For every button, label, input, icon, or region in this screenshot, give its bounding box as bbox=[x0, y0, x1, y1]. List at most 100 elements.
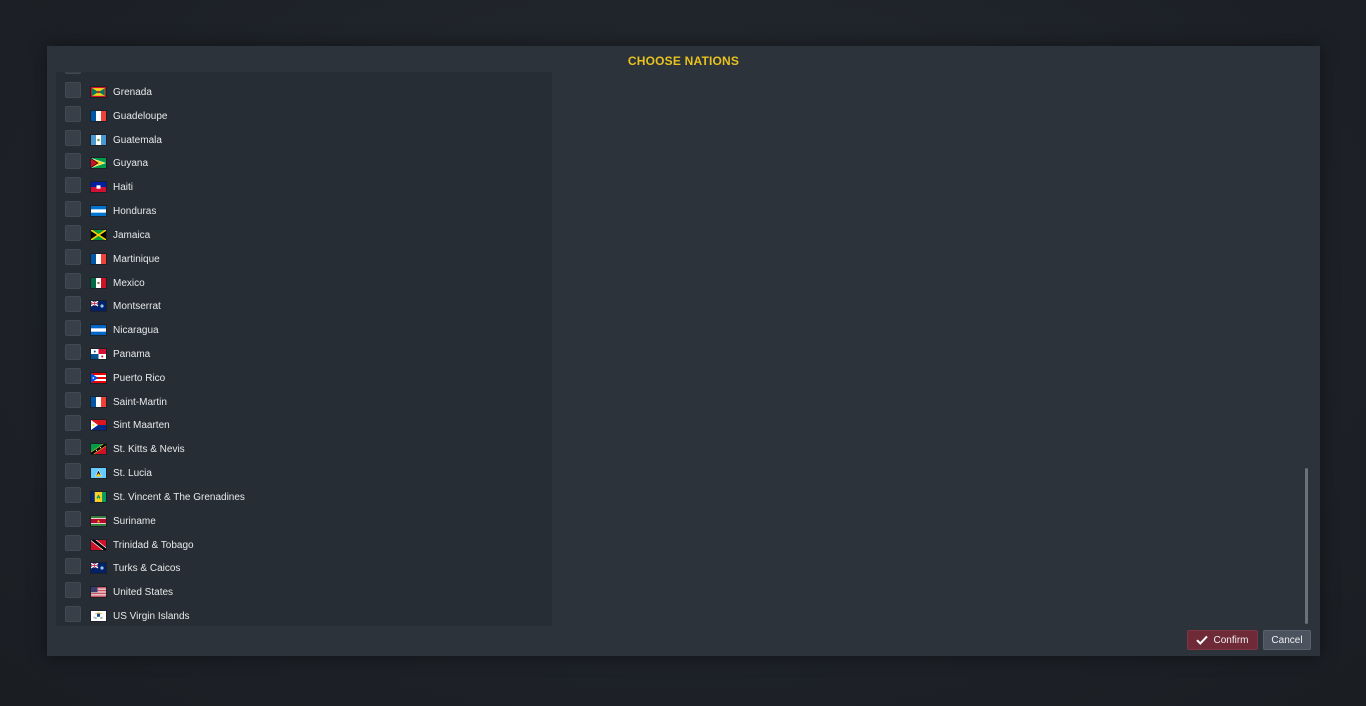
cancel-button[interactable]: Cancel bbox=[1263, 630, 1311, 650]
nation-checkbox[interactable] bbox=[65, 391, 81, 408]
nation-checkbox[interactable] bbox=[65, 272, 81, 289]
nation-label: Puerto Rico bbox=[113, 372, 166, 384]
nation-row[interactable]: Guadeloupe bbox=[56, 105, 552, 130]
nation-checkbox[interactable] bbox=[65, 606, 81, 623]
nation-row[interactable]: Sint Maarten bbox=[56, 415, 552, 439]
nation-checkbox[interactable] bbox=[65, 201, 81, 218]
nation-label: Guadeloupe bbox=[113, 110, 168, 122]
nation-checkbox[interactable] bbox=[65, 439, 81, 456]
nation-row[interactable]: Martinique bbox=[56, 248, 552, 273]
flag-icon bbox=[91, 253, 106, 264]
svg-text:V: V bbox=[93, 616, 95, 620]
nation-label: Martinique bbox=[113, 253, 160, 265]
flag-icon: VI bbox=[91, 611, 106, 622]
nation-label: Guyana bbox=[113, 158, 149, 170]
nation-row[interactable]: Haiti bbox=[56, 177, 552, 201]
nation-row[interactable]: Guatemala bbox=[56, 129, 552, 154]
flag-icon bbox=[91, 468, 106, 479]
nation-label: Montserrat bbox=[113, 301, 161, 313]
nation-label: Nicaragua bbox=[113, 325, 159, 337]
check-icon bbox=[1196, 635, 1209, 645]
nation-row[interactable]: Trinidad & Tobago bbox=[56, 534, 552, 559]
nation-row[interactable]: United States bbox=[56, 582, 552, 606]
flag-icon bbox=[91, 396, 106, 407]
nation-row[interactable]: V I US Virgin Islands bbox=[56, 606, 552, 626]
nation-row[interactable]: Puerto Rico bbox=[56, 367, 552, 392]
flag-icon bbox=[91, 301, 106, 312]
nation-label: Grenada bbox=[113, 87, 152, 98]
nation-row[interactable]: Turks & Caicos bbox=[56, 558, 552, 582]
flag-icon bbox=[91, 420, 106, 431]
partial-checkbox[interactable] bbox=[65, 72, 81, 74]
flag-icon bbox=[91, 110, 106, 121]
flag-icon bbox=[91, 277, 106, 288]
nation-row[interactable]: Nicaragua bbox=[56, 320, 552, 344]
nation-label: St. Lucia bbox=[113, 468, 152, 480]
flag-icon bbox=[91, 134, 106, 145]
nation-checkbox[interactable] bbox=[65, 510, 81, 527]
nation-label: Suriname bbox=[113, 515, 156, 527]
nation-checkbox[interactable] bbox=[65, 153, 81, 170]
flag-icon bbox=[91, 444, 106, 455]
nation-checkbox[interactable] bbox=[65, 344, 81, 361]
nation-label: St. Vincent & The Grenadines bbox=[113, 491, 245, 503]
nation-label: Panama bbox=[113, 349, 151, 361]
choose-nations-dialog: CHOOSE NATIONS Grenada Guadeloupe Guatemal… bbox=[47, 46, 1320, 656]
nation-checkbox[interactable] bbox=[65, 415, 81, 432]
nation-row[interactable]: Honduras bbox=[56, 201, 552, 225]
nation-list-panel[interactable]: Grenada Guadeloupe Guatemala Guyana Haiti Hon… bbox=[56, 72, 552, 626]
nation-row[interactable]: St. Vincent & The Grenadines bbox=[56, 486, 552, 511]
nation-label: Turks & Caicos bbox=[113, 563, 181, 575]
nation-label: Haiti bbox=[113, 182, 134, 194]
nation-checkbox[interactable] bbox=[65, 177, 81, 194]
flag-icon bbox=[91, 515, 106, 526]
nation-row[interactable]: St. Lucia bbox=[56, 463, 552, 487]
nation-row[interactable]: Montserrat bbox=[56, 296, 552, 320]
flag-icon bbox=[91, 325, 106, 336]
flag-icon bbox=[91, 539, 106, 550]
nation-label: St. Kitts & Nevis bbox=[113, 444, 185, 456]
nation-label: Guatemala bbox=[113, 134, 162, 146]
nation-checkbox[interactable] bbox=[65, 296, 81, 313]
confirm-label: Confirm bbox=[1213, 634, 1249, 646]
nation-checkbox[interactable] bbox=[65, 248, 81, 265]
flag-icon bbox=[91, 206, 106, 217]
nation-checkbox[interactable] bbox=[65, 320, 81, 337]
dialog-title: CHOOSE NATIONS bbox=[627, 54, 740, 68]
nation-checkbox[interactable] bbox=[65, 558, 81, 575]
cancel-label: Cancel bbox=[1271, 634, 1303, 646]
nation-row[interactable]: Panama bbox=[56, 344, 552, 368]
nation-row[interactable]: Jamaica bbox=[56, 224, 552, 249]
nation-row[interactable]: St. Kitts & Nevis bbox=[56, 439, 552, 463]
nation-label: Jamaica bbox=[113, 229, 151, 241]
nation-checkbox[interactable] bbox=[65, 82, 81, 98]
nation-row[interactable]: Suriname bbox=[56, 510, 552, 535]
nation-checkbox[interactable] bbox=[65, 367, 81, 384]
nation-checkbox[interactable] bbox=[65, 105, 81, 122]
nation-label: Honduras bbox=[113, 206, 157, 218]
flag-icon bbox=[91, 587, 106, 598]
flag-icon bbox=[91, 87, 106, 97]
nation-label: United States bbox=[113, 587, 174, 599]
nation-checkbox[interactable] bbox=[65, 129, 81, 146]
nation-label: Sint Maarten bbox=[113, 420, 170, 432]
flag-icon bbox=[91, 563, 106, 574]
nation-checkbox[interactable] bbox=[65, 582, 81, 599]
flag-icon bbox=[91, 491, 106, 502]
nation-row[interactable]: Guyana bbox=[56, 153, 552, 177]
nation-checkbox[interactable] bbox=[65, 486, 81, 503]
nation-checkbox[interactable] bbox=[65, 224, 81, 241]
confirm-button[interactable]: Confirm bbox=[1187, 630, 1258, 650]
nation-row[interactable]: Mexico bbox=[56, 272, 552, 297]
flag-icon bbox=[91, 182, 106, 193]
nation-label: Mexico bbox=[113, 277, 145, 289]
nation-row[interactable]: Saint-Martin bbox=[56, 391, 552, 416]
nation-label: Saint-Martin bbox=[113, 396, 167, 408]
nation-checkbox[interactable] bbox=[65, 534, 81, 551]
flag-icon bbox=[91, 349, 106, 360]
nation-row[interactable]: Grenada bbox=[56, 82, 552, 106]
nation-checkbox[interactable] bbox=[65, 463, 81, 480]
nation-label: US Virgin Islands bbox=[113, 611, 190, 623]
scrollbar-thumb[interactable] bbox=[1305, 468, 1308, 624]
flag-icon bbox=[91, 372, 106, 383]
